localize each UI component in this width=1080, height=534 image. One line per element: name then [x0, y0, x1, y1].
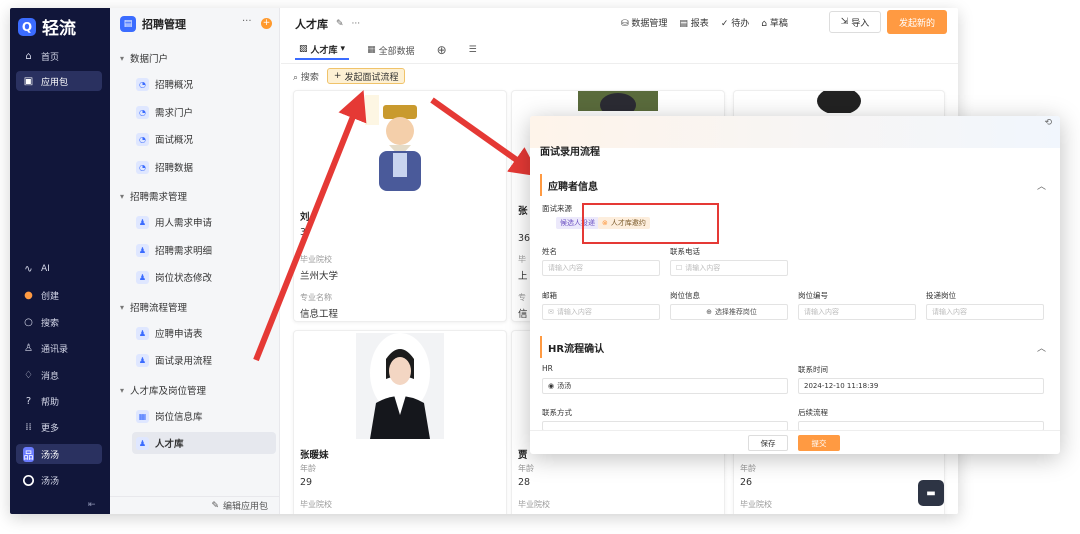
phone-input[interactable]: ☐ 请输入内容 [670, 260, 788, 276]
add-circle-icon: ⊕ [706, 308, 712, 316]
save-button[interactable]: 保存 [748, 435, 788, 451]
chevron-up-icon: ︿ [1036, 181, 1046, 192]
section-hr[interactable]: HR流程确认 ︿ [540, 336, 1050, 358]
select-position-button[interactable]: ⊕ 选择推荐岗位 [670, 304, 788, 320]
interview-flow-modal: ⟲ 面试录用流程 应聘者信息 ︿ 面试来源 候选人投递 ⊗ 人才库邀约 姓名 请输入… [530, 116, 1060, 454]
modal-footer: 保存 提交 [530, 430, 1060, 454]
contact-time-input[interactable]: 2024-12-10 11:18:39 [798, 378, 1044, 394]
highlight-box [582, 203, 719, 244]
mail-icon: ✉ [548, 308, 554, 316]
modal-title: 面试录用流程 [540, 147, 600, 158]
phone-icon: ☐ [676, 264, 683, 272]
email-input[interactable]: ✉ 请输入内容 [542, 304, 660, 320]
chat-icon[interactable]: ▬ [918, 480, 944, 506]
name-input[interactable]: 请输入内容 [542, 260, 660, 276]
modal-header [530, 116, 1060, 148]
user-tag-icon: ◉ [548, 382, 555, 390]
share-icon[interactable]: ⟲ [1044, 118, 1052, 128]
source-label: 面试来源 [542, 204, 572, 213]
chevron-up-icon: ︿ [1036, 343, 1046, 354]
position-code-input[interactable]: 请输入内容 [798, 304, 916, 320]
hr-select[interactable]: ◉ 汤汤 [542, 378, 788, 394]
submit-button[interactable]: 提交 [798, 435, 840, 451]
section-applicant[interactable]: 应聘者信息 ︿ [540, 174, 1050, 196]
applied-position-input[interactable]: 请输入内容 [926, 304, 1044, 320]
